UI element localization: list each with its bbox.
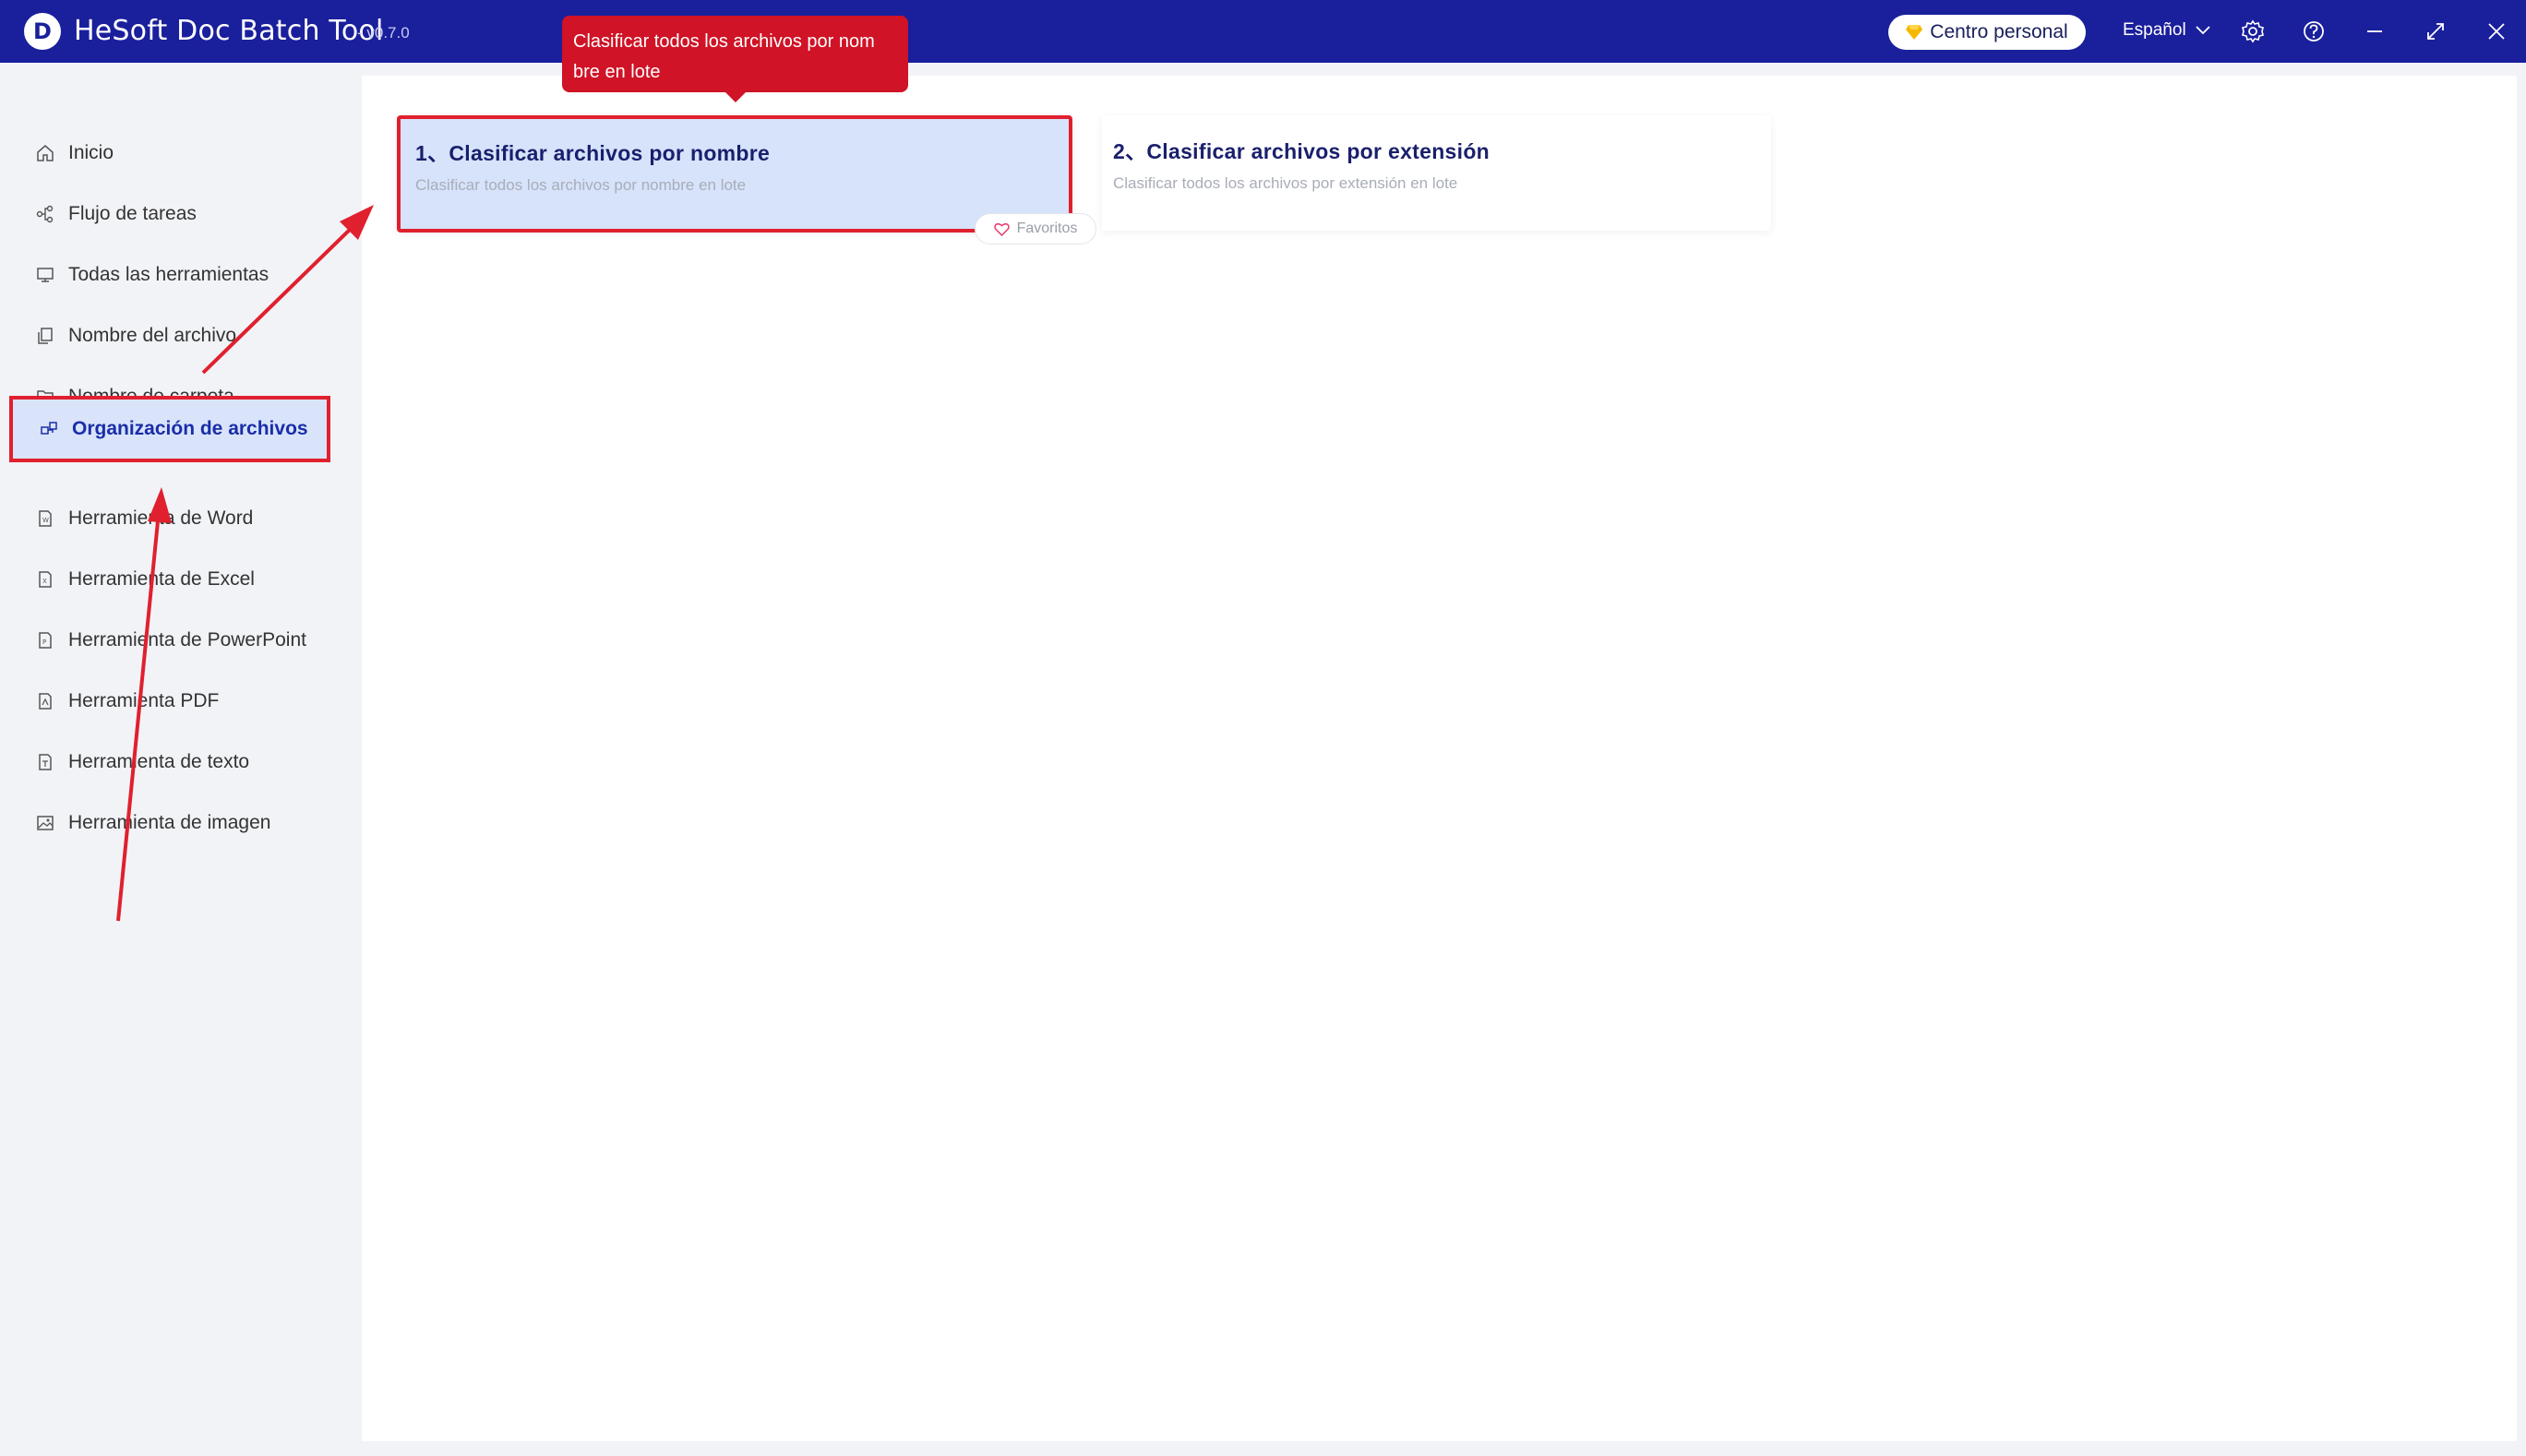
sidebar-item-text[interactable]: Herramienta de texto <box>9 734 330 791</box>
sidebar-item-powerpoint[interactable]: P Herramienta de PowerPoint <box>9 612 330 669</box>
language-label: Español <box>2123 20 2186 40</box>
word-file-icon: W <box>35 508 55 529</box>
sidebar-item-file-organization[interactable]: Organización de archivos <box>9 396 330 462</box>
image-icon <box>35 813 55 833</box>
maximize-button[interactable] <box>2422 18 2449 45</box>
personal-center-label: Centro personal <box>1930 21 2068 42</box>
card-title: 2、Clasificar archivos por extensión <box>1113 139 1490 163</box>
sidebar-item-label: Todas las herramientas <box>68 264 269 285</box>
sidebar-item-workflow[interactable]: Flujo de tareas <box>9 185 330 243</box>
organize-icon <box>39 419 59 439</box>
close-icon <box>2488 23 2505 40</box>
sidebar-item-image[interactable]: Herramienta de imagen <box>9 794 330 852</box>
diamond-icon <box>1906 25 1923 40</box>
sidebar-item-all-tools[interactable]: Todas las herramientas <box>9 246 330 304</box>
tool-card-sort-by-extension[interactable]: 2、Clasificar archivos por extensión Clas… <box>1102 115 1771 231</box>
help-icon <box>2304 21 2324 42</box>
home-icon <box>35 143 55 163</box>
card-description: Clasificar todos los archivos por nombre… <box>415 176 747 194</box>
svg-text:X: X <box>42 578 47 585</box>
sidebar-item-label: Nombre del archivo <box>68 325 237 346</box>
title-bar: D HeSoft Doc Batch Tool - v0.7.0 Centro … <box>0 0 2526 63</box>
help-button[interactable] <box>2300 18 2328 45</box>
tooltip: Clasificar todos los archivos por nom br… <box>562 16 908 92</box>
chevron-down-icon <box>2196 26 2210 35</box>
pdf-file-icon <box>35 691 55 711</box>
language-select[interactable]: Español <box>2123 20 2210 41</box>
workflow-icon <box>35 204 55 224</box>
tooltip-line-2: bre en lote <box>573 62 661 82</box>
sidebar-item-label: Herramienta de Word <box>68 507 254 529</box>
minimize-icon <box>2367 30 2382 32</box>
svg-text:P: P <box>42 638 46 646</box>
sidebar-item-label: Herramienta de Excel <box>68 568 255 590</box>
sidebar-item-label: Flujo de tareas <box>68 203 197 224</box>
file-copy-icon <box>35 326 55 346</box>
tooltip-line-1: Clasificar todos los archivos por nom <box>573 31 875 52</box>
sidebar-item-label: Organización de archivos <box>72 418 308 439</box>
sidebar-item-pdf[interactable]: Herramienta PDF <box>9 673 330 730</box>
sidebar-item-home[interactable]: Inicio <box>9 125 330 182</box>
close-button[interactable] <box>2483 18 2510 45</box>
heart-icon <box>993 222 1010 236</box>
sidebar-item-file-name[interactable]: Nombre del archivo <box>9 307 330 364</box>
minimize-button[interactable] <box>2361 18 2388 45</box>
sidebar-item-label: Herramienta de imagen <box>68 812 271 833</box>
main-panel <box>362 76 2517 1441</box>
sidebar-item-word[interactable]: W Herramienta de Word <box>9 490 330 547</box>
maximize-icon <box>2427 23 2444 40</box>
sidebar-item-label: Herramienta de PowerPoint <box>68 629 306 650</box>
favorite-label: Favoritos <box>1016 221 1078 236</box>
powerpoint-file-icon: P <box>35 630 55 650</box>
app-logo: D <box>24 13 61 50</box>
tooltip-tail <box>724 91 747 102</box>
monitor-icon <box>35 265 55 285</box>
sidebar: Inicio Flujo de tareas Todas las herrami… <box>0 63 360 1456</box>
sidebar-item-label: Herramienta PDF <box>68 690 220 711</box>
tool-card-sort-by-name[interactable]: 1、Clasificar archivos por nombre Clasifi… <box>397 115 1072 233</box>
app-title: HeSoft Doc Batch Tool <box>74 15 384 47</box>
text-file-icon <box>35 752 55 772</box>
settings-button[interactable] <box>2239 18 2267 45</box>
personal-center-button[interactable]: Centro personal <box>1888 15 2086 50</box>
app-version: - v0.7.0 <box>357 24 410 42</box>
favorite-button[interactable]: Favoritos <box>975 213 1096 245</box>
card-title: 1、Clasificar archivos por nombre <box>415 141 771 165</box>
sidebar-item-excel[interactable]: X Herramienta de Excel <box>9 551 330 608</box>
card-description: Clasificar todos los archivos por extens… <box>1113 174 1458 192</box>
sidebar-item-label: Herramienta de texto <box>68 751 250 772</box>
svg-text:W: W <box>42 517 49 524</box>
sidebar-item-label: Inicio <box>68 142 114 163</box>
excel-file-icon: X <box>35 569 55 590</box>
gear-icon <box>2242 19 2264 43</box>
